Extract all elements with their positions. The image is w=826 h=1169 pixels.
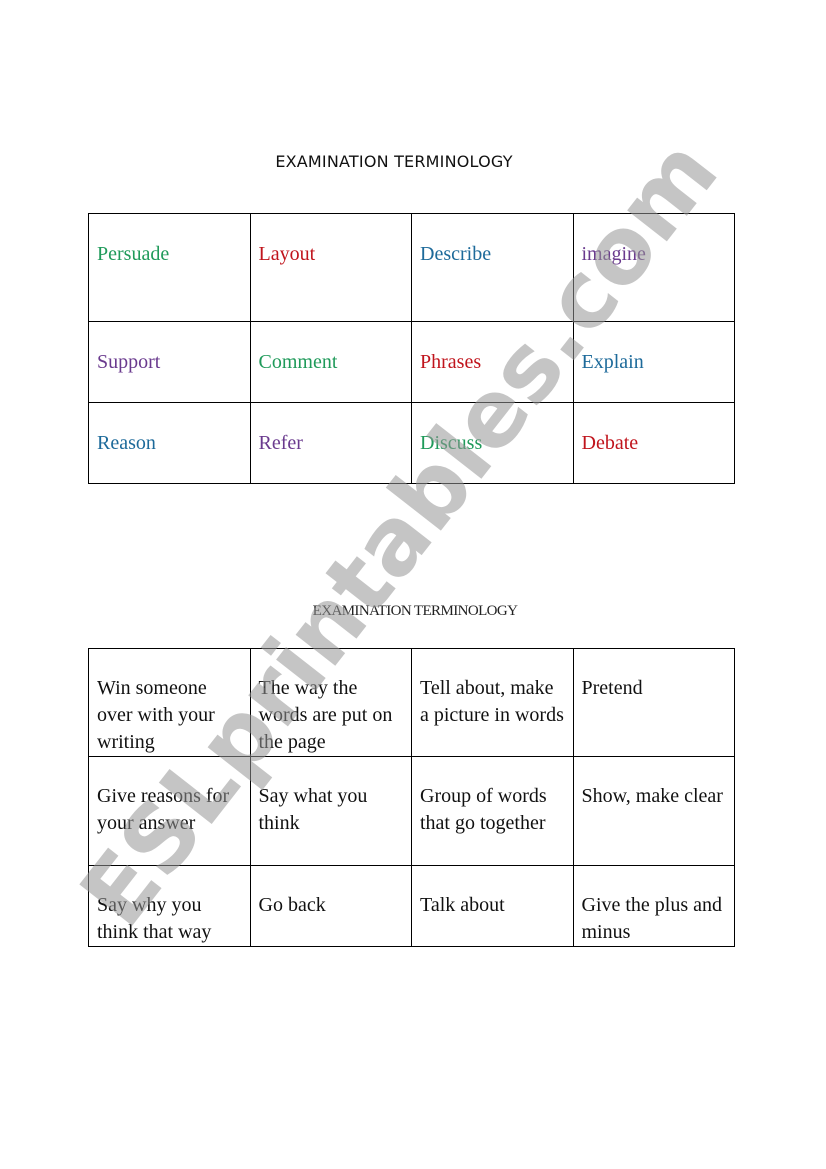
table-row: Support Comment Phrases Explain — [88, 321, 735, 403]
definition-cell: Show, make clear — [572, 756, 735, 866]
worksheet-title-definitions: EXAMINATION TERMINOLOGY — [312, 603, 518, 619]
table-row: Give reasons for your answer Say what yo… — [88, 756, 735, 866]
definition-cell: Pretend — [572, 648, 735, 757]
table-row: Reason Refer Discuss Debate — [88, 402, 735, 484]
term-cell: Layout — [249, 213, 412, 322]
definition-cell: Group of words that go together — [411, 756, 574, 866]
definition-cell: Give the plus and minus — [572, 865, 735, 947]
definition-cell: Tell about, make a picture in words — [411, 648, 574, 757]
definition-cell: Win someone over with your writing — [88, 648, 251, 757]
term-text: Persuade — [97, 243, 170, 265]
definitions-table: Win someone over with your writing The w… — [88, 648, 735, 947]
term-text: Comment — [258, 351, 338, 373]
term-text: Phrases — [420, 351, 482, 373]
table-row: Win someone over with your writing The w… — [88, 648, 735, 757]
table-row: Say why you think that way Go back Talk … — [88, 865, 735, 947]
term-cell: Persuade — [88, 213, 251, 322]
term-cell: Discuss — [411, 402, 574, 484]
term-text: Explain — [581, 351, 644, 373]
term-cell: Phrases — [411, 321, 574, 403]
term-cell: Reason — [88, 402, 251, 484]
terms-table: Persuade Layout Describe imagine Support… — [88, 213, 735, 484]
term-text: Debate — [581, 432, 639, 454]
term-cell: Comment — [249, 321, 412, 403]
term-text: Describe — [420, 243, 492, 265]
worksheet-title-terms: EXAMINATION TERMINOLOGY — [275, 152, 513, 171]
term-cell: imagine — [572, 213, 735, 322]
term-text: Layout — [258, 243, 316, 265]
term-cell: Explain — [572, 321, 735, 403]
term-text: Discuss — [420, 432, 483, 454]
term-cell: Describe — [411, 213, 574, 322]
term-text: Refer — [258, 432, 303, 454]
term-cell: Debate — [572, 402, 735, 484]
term-text: Reason — [97, 432, 156, 454]
term-text: Support — [97, 351, 161, 373]
term-text: imagine — [581, 243, 646, 265]
term-cell: Support — [88, 321, 251, 403]
definition-cell: Say why you think that way — [88, 865, 251, 947]
term-cell: Refer — [249, 402, 412, 484]
table-row: Persuade Layout Describe imagine — [88, 213, 735, 322]
definition-cell: Talk about — [411, 865, 574, 947]
definition-cell: Give reasons for your answer — [88, 756, 251, 866]
definition-cell: The way the words are put on the page — [249, 648, 412, 757]
definition-cell: Say what you think — [249, 756, 412, 866]
definition-cell: Go back — [249, 865, 412, 947]
